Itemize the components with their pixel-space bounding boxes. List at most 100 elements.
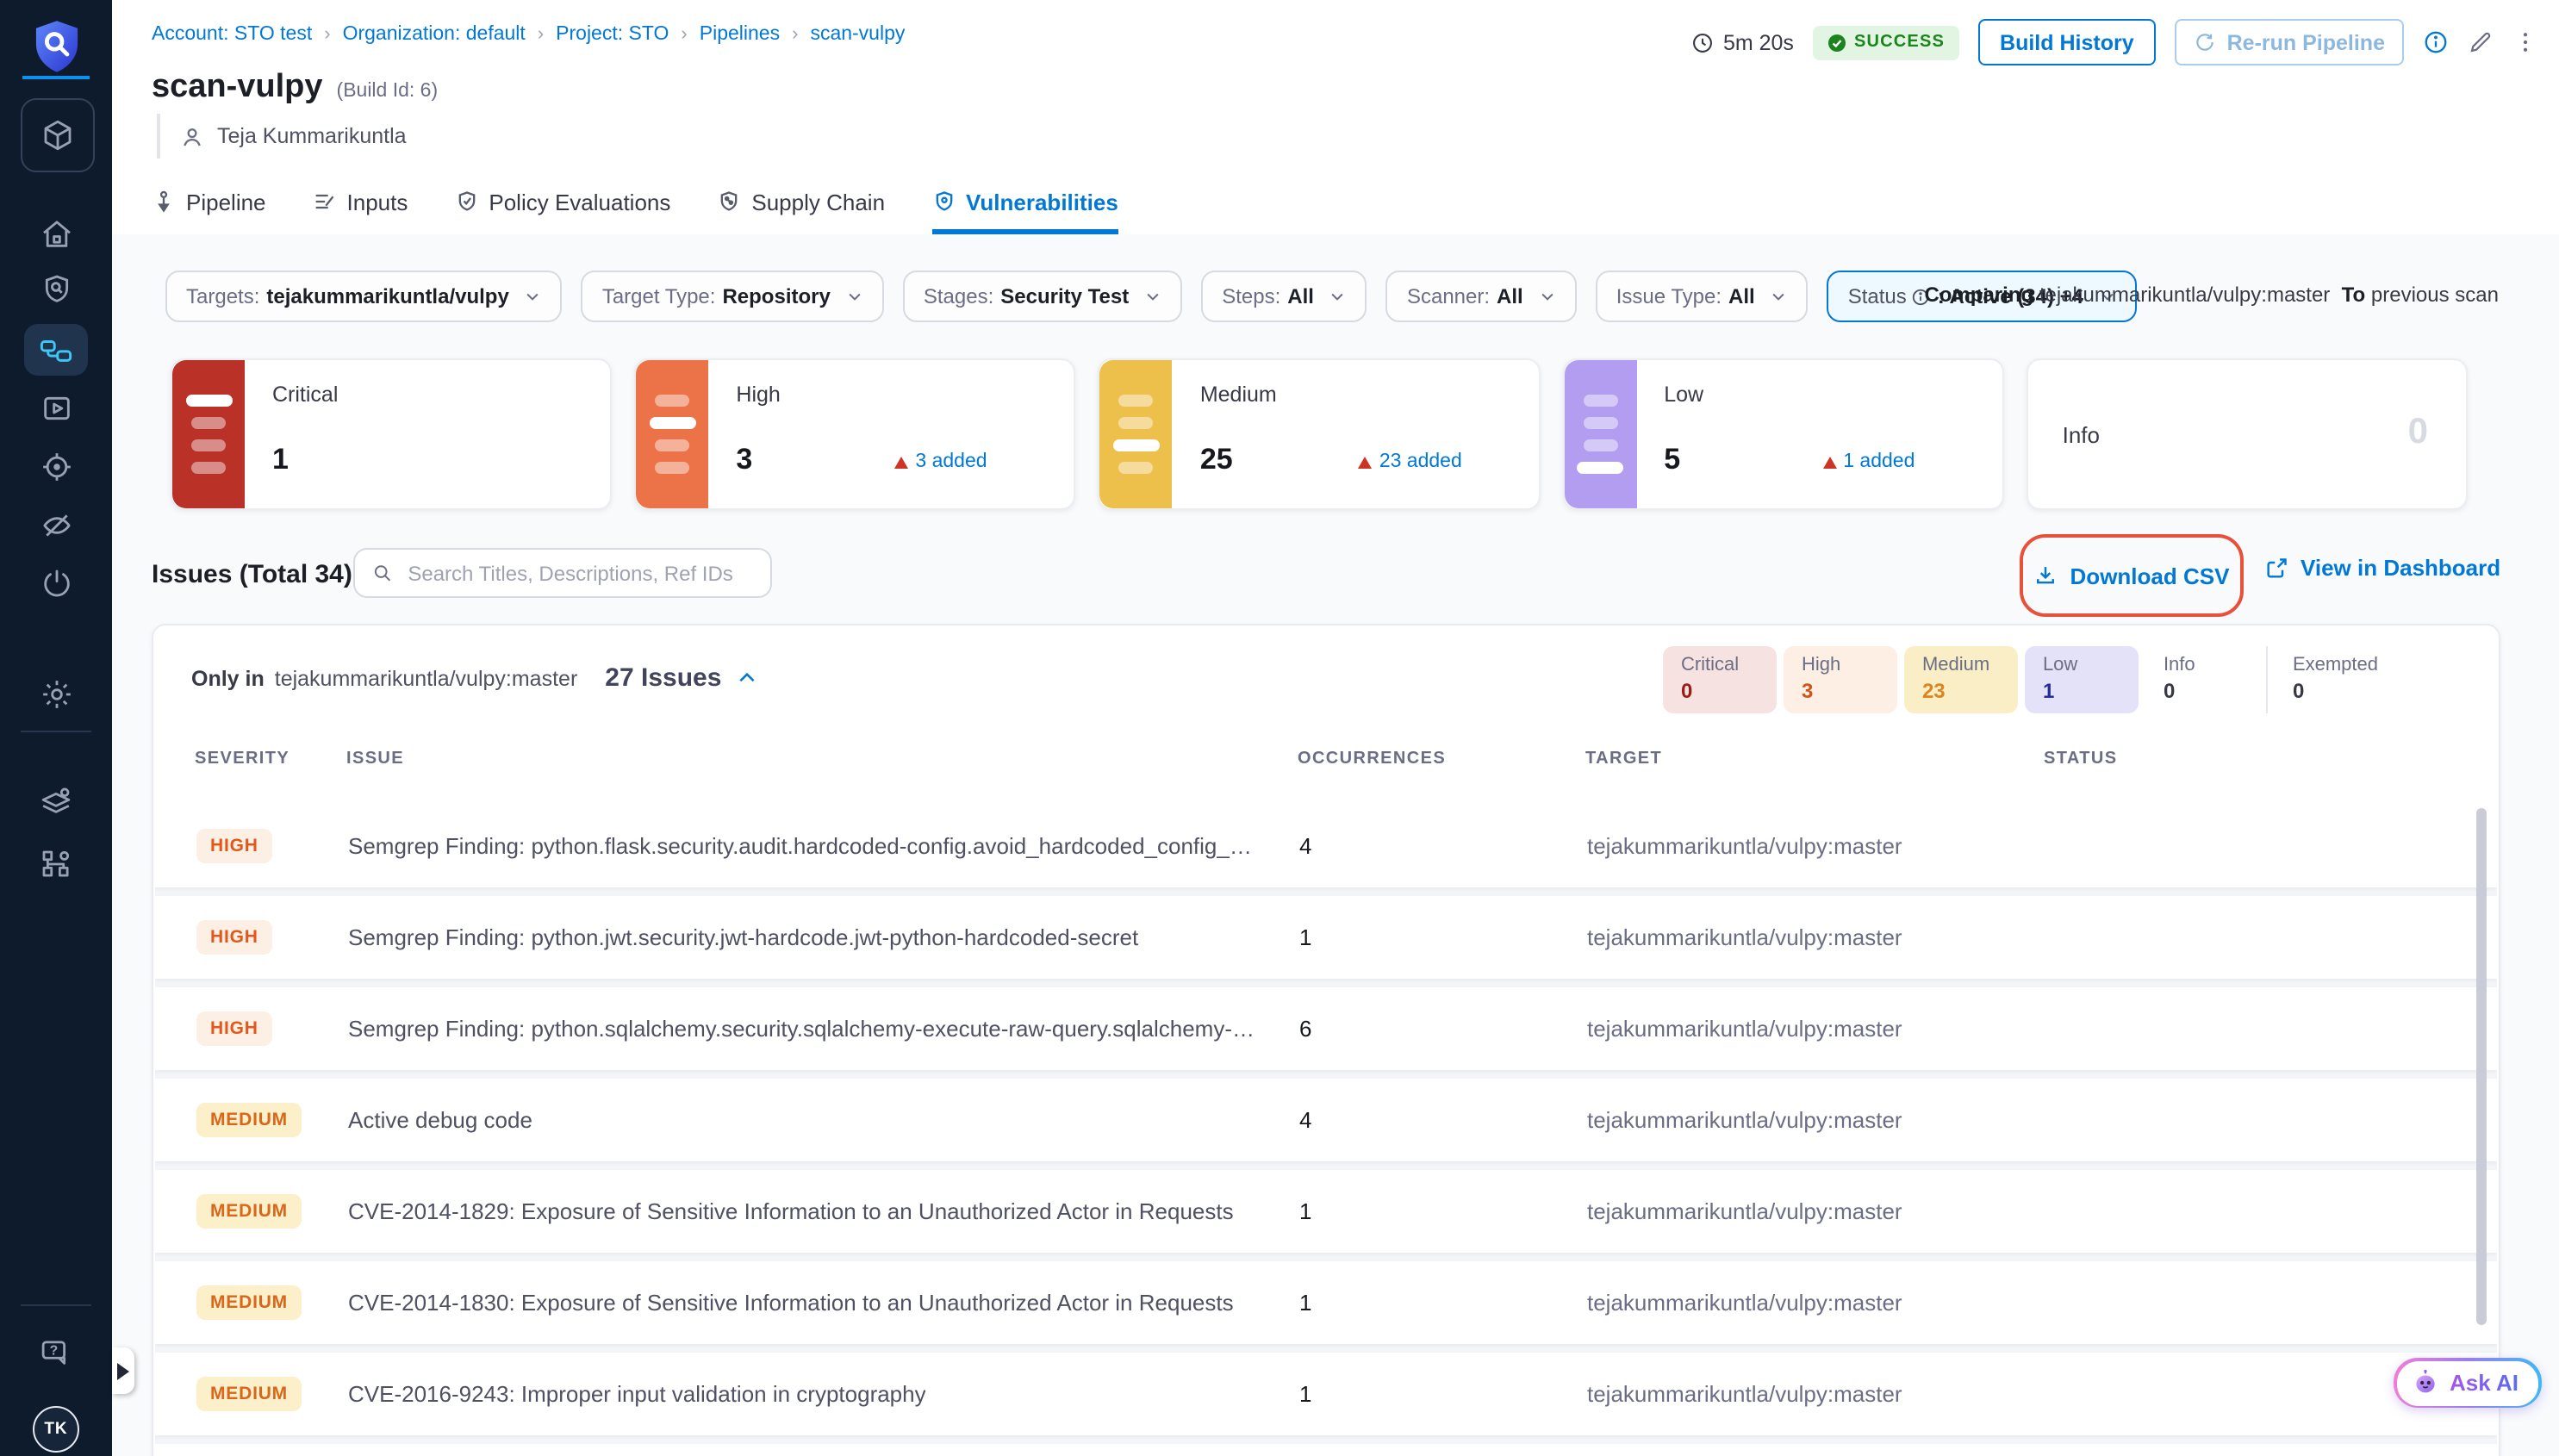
severity-card-high[interactable]: High 3 3 added — [634, 358, 1075, 510]
breadcrumb-separator: › — [538, 24, 544, 45]
tab-supply-chain[interactable]: Supply Chain — [717, 177, 885, 234]
breadcrumb-separator: › — [681, 24, 687, 45]
chevron-up-icon[interactable] — [735, 667, 757, 689]
annotation-highlight: Download CSV — [2020, 534, 2244, 617]
breadcrumb-account[interactable]: Account: STO test — [152, 24, 312, 45]
filter-stages[interactable]: Stages:Security Test — [903, 271, 1182, 322]
tab-bar: Pipeline Inputs Policy Evaluations — [112, 177, 2559, 236]
table-row[interactable]: HIGH Semgrep Finding: python.sqlalchemy.… — [155, 987, 2497, 1070]
triggered-by: Teja Kummarikuntla — [157, 114, 407, 159]
filter-scanner[interactable]: Scanner:All — [1386, 271, 1577, 322]
sidebar-item-executions[interactable] — [24, 383, 88, 434]
expand-arrow-icon — [117, 1362, 129, 1379]
severity-badge: MEDIUM — [196, 1194, 302, 1229]
run-duration: 5m 20s — [1690, 30, 1794, 54]
sidebar-item-home[interactable] — [24, 208, 88, 260]
chevron-down-icon — [1539, 288, 1556, 305]
issues-group-header[interactable]: Only in tejakummarikuntla/vulpy:master 2… — [191, 663, 757, 693]
target-icon — [39, 450, 73, 484]
table-row[interactable]: MEDIUM Active debug code 4 tejakummariku… — [155, 1079, 2497, 1161]
rerun-pipeline-button[interactable]: Re-run Pipeline — [2176, 19, 2404, 65]
user-name: Teja Kummarikuntla — [217, 124, 407, 148]
occurrences: 6 — [1299, 1016, 1311, 1042]
breadcrumb-pipelines[interactable]: Pipelines — [700, 24, 780, 45]
card-label: Medium — [1200, 383, 1277, 407]
filter-target-type[interactable]: Target Type:Repository — [582, 271, 884, 322]
sidebar-expander-handle[interactable] — [112, 1347, 134, 1394]
chip-high[interactable]: High3 — [1784, 646, 1898, 713]
issue-target: tejakummarikuntla/vulpy:master — [1587, 833, 1902, 859]
sidebar-item-pipelines[interactable] — [24, 324, 88, 376]
sidebar-item-exemptions[interactable] — [24, 500, 88, 551]
ask-ai-button[interactable]: Ask AI — [2394, 1358, 2542, 1408]
breadcrumb-current[interactable]: scan-vulpy — [810, 24, 905, 45]
filter-steps[interactable]: Steps:All — [1201, 271, 1367, 322]
issue-target: tejakummarikuntla/vulpy:master — [1587, 1198, 1902, 1224]
breadcrumb-org[interactable]: Organization: default — [343, 24, 526, 45]
breadcrumb-project[interactable]: Project: STO — [556, 24, 669, 45]
filter-targets[interactable]: Targets:tejakummarikuntla/vulpy — [165, 271, 563, 322]
occurrences: 4 — [1299, 1107, 1311, 1133]
sidebar-item-settings[interactable] — [24, 669, 88, 720]
kebab-menu-icon[interactable] — [2512, 29, 2538, 55]
tab-policy-evaluations[interactable]: Policy Evaluations — [454, 177, 670, 234]
added-indicator: 1 added — [1822, 451, 1915, 472]
severity-badge: MEDIUM — [196, 1103, 302, 1137]
severity-card-medium[interactable]: Medium 25 23 added — [1099, 358, 1540, 510]
table-row[interactable]: HIGH Semgrep Finding: python.jwt.securit… — [155, 896, 2497, 979]
search-input[interactable] — [404, 559, 753, 587]
severity-count-chips: Critical0 High3 Medium23 Low1 Info0 — [1664, 646, 2402, 713]
inputs-tab-icon — [313, 190, 337, 214]
severity-summary: Critical 1 High 3 3 added Medium 25 23 a… — [171, 358, 2468, 510]
chevron-down-icon — [1329, 288, 1347, 305]
issue-title: Semgrep Finding: python.flask.security.a… — [348, 833, 1261, 859]
harness-sto-logo[interactable] — [0, 17, 112, 76]
filter-issue-type[interactable]: Issue Type:All — [1596, 271, 1809, 322]
chip-low[interactable]: Low1 — [2026, 646, 2139, 713]
view-in-dashboard-button[interactable]: View in Dashboard — [2264, 555, 2500, 581]
occurrences: 1 — [1299, 1381, 1311, 1407]
table-row[interactable]: MEDIUM CVE-2016-9243: Improper input val… — [155, 1353, 2497, 1435]
check-circle-icon — [1827, 32, 1847, 53]
tab-inputs[interactable]: Inputs — [313, 177, 408, 234]
scrollbar-thumb[interactable] — [2476, 808, 2487, 1325]
layers-gear-icon — [38, 783, 74, 819]
severity-level-icon — [636, 360, 708, 508]
info-icon[interactable] — [2423, 29, 2449, 55]
chip-medium[interactable]: Medium23 — [1905, 646, 2019, 713]
issues-search[interactable] — [353, 548, 772, 598]
breadcrumb-separator: › — [324, 24, 330, 45]
tab-vulnerabilities[interactable]: Vulnerabilities — [931, 177, 1118, 234]
sidebar-item-help[interactable]: ? — [24, 1327, 88, 1378]
occurrences: 1 — [1299, 1290, 1311, 1316]
sidebar-item-getting-started[interactable] — [24, 558, 88, 610]
severity-card-critical[interactable]: Critical 1 — [171, 358, 612, 510]
chip-exempted[interactable]: Exempted0 — [2267, 646, 2395, 713]
tab-pipeline[interactable]: Pipeline — [152, 177, 266, 234]
severity-card-info[interactable]: Info 0 — [2027, 358, 2468, 510]
table-row[interactable]: MEDIUM CVE-2014-1829: Exposure of Sensit… — [155, 1170, 2497, 1253]
sidebar-item-targets[interactable] — [24, 441, 88, 493]
build-history-button[interactable]: Build History — [1977, 19, 2157, 65]
page-title: scan-vulpy — [152, 69, 323, 107]
module-selector[interactable] — [21, 98, 95, 172]
table-row[interactable]: MEDIUM CVE-2014-1830: Exposure of Sensit… — [155, 1261, 2497, 1344]
chevron-down-icon — [846, 288, 863, 305]
sidebar-item-account-settings[interactable] — [24, 837, 88, 889]
breadcrumb-separator: › — [792, 24, 798, 45]
sidebar-item-project-settings[interactable] — [24, 775, 88, 827]
table-row[interactable]: HIGH Semgrep Finding: python.flask.secur… — [155, 805, 2497, 887]
edit-pencil-icon[interactable] — [2468, 29, 2494, 55]
gear-icon — [39, 677, 73, 712]
user-avatar[interactable]: TK — [33, 1406, 79, 1453]
card-label: Critical — [272, 383, 338, 407]
filter-bar: Targets:tejakummarikuntla/vulpy Target T… — [165, 271, 2137, 322]
chevron-down-icon — [1771, 288, 1788, 305]
svg-text:?: ? — [50, 1342, 59, 1357]
table-row[interactable]: MEDIUM CVE-2017-11424: PyJWT: Improper V… — [155, 1444, 2497, 1456]
chip-info[interactable]: Info0 — [2146, 646, 2260, 713]
download-csv-button[interactable]: Download CSV — [2034, 563, 2230, 588]
chip-critical[interactable]: Critical0 — [1664, 646, 1778, 713]
severity-card-low[interactable]: Low 5 1 added — [1562, 358, 2003, 510]
sidebar-item-overview[interactable] — [24, 264, 88, 315]
